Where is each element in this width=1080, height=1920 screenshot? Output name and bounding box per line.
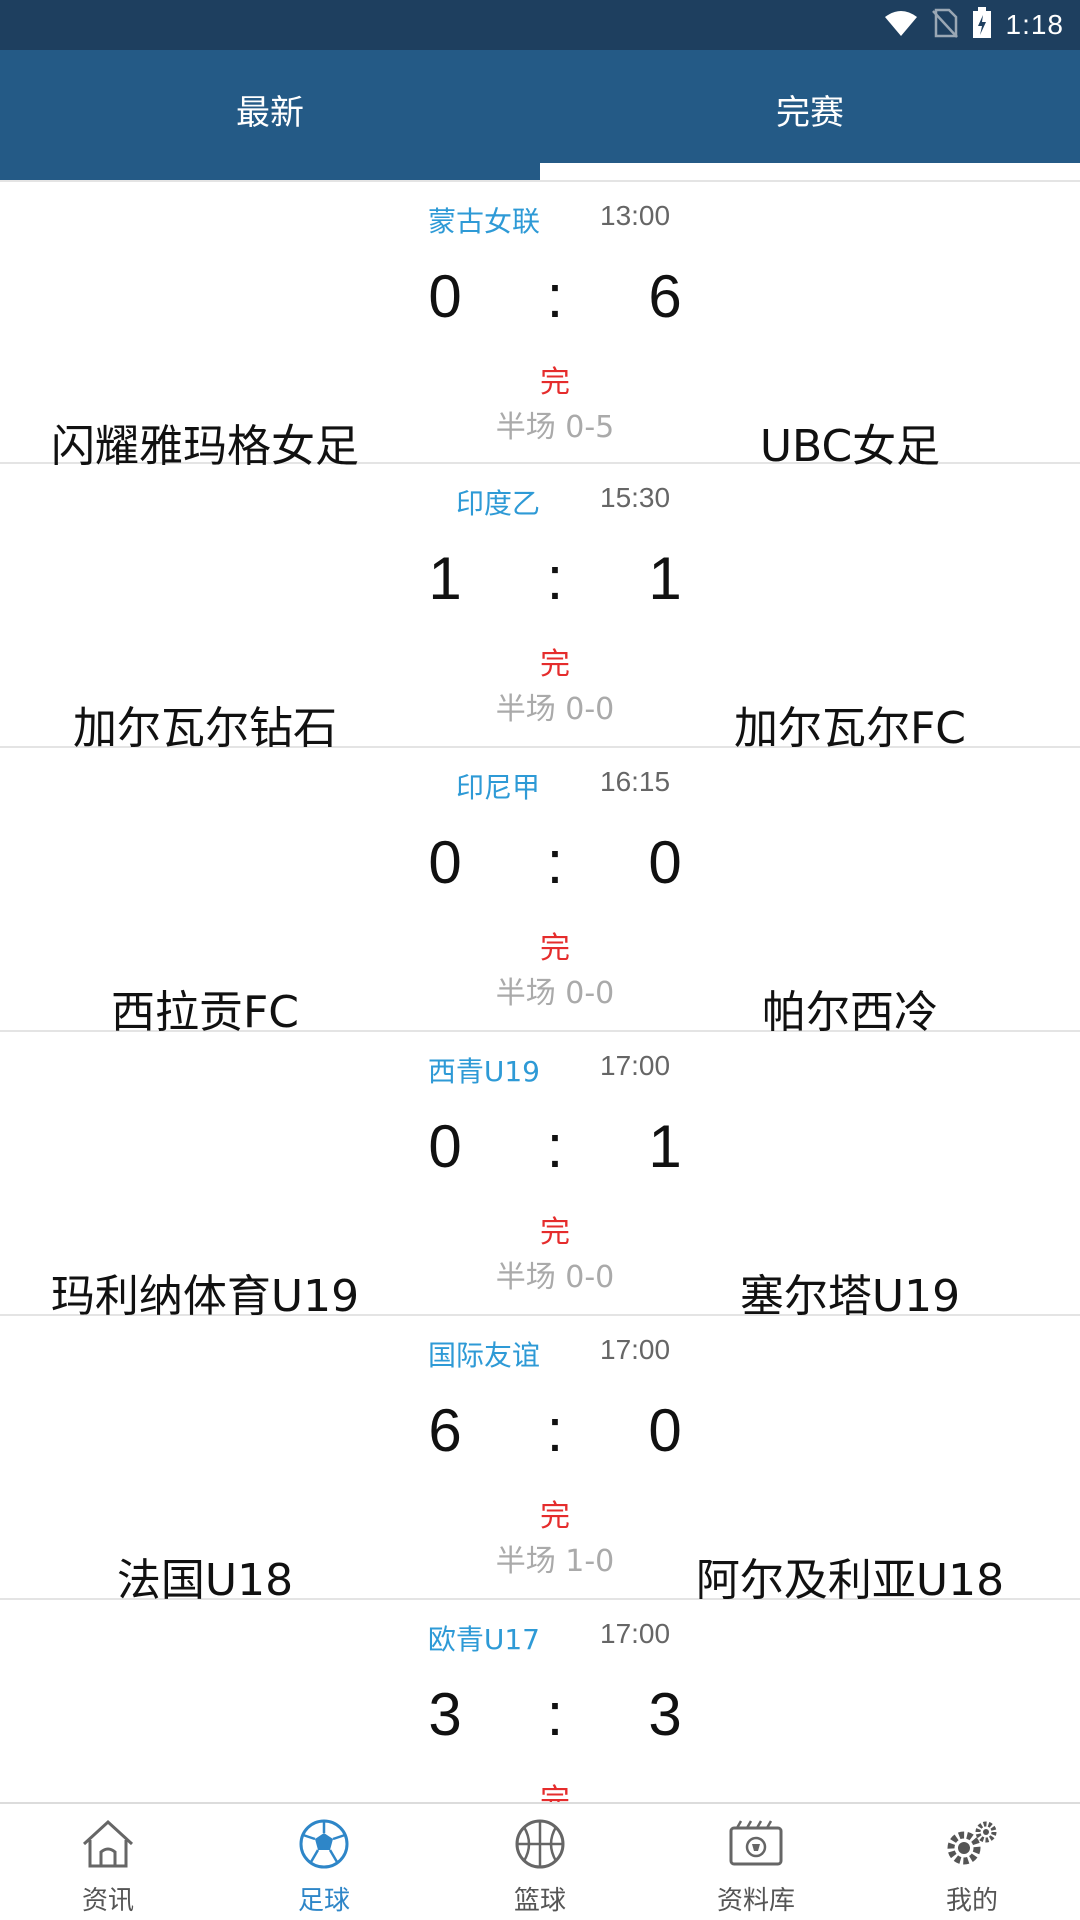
status-time: 1:18: [1005, 9, 1064, 40]
bottom-nav: 资讯 足球 篮球 资料库 我的: [0, 1802, 1080, 1920]
away-score: 3: [648, 1681, 682, 1748]
status-bar: 1:18: [0, 0, 1080, 50]
score: 1 : 1: [400, 544, 710, 613]
battery-icon: [972, 7, 992, 43]
home-score: 1: [428, 545, 462, 612]
wifi-icon: [884, 9, 918, 41]
nav-label: 篮球: [513, 1886, 566, 1916]
score: 6 : 0: [400, 1396, 710, 1465]
score-separator: :: [546, 263, 564, 330]
league-name: 印尼甲: [455, 771, 540, 804]
away-score: 0: [648, 829, 682, 896]
home-score: 0: [428, 829, 462, 896]
match-row[interactable]: 印尼甲 16:15 0 : 0 完 半场 0-0 西拉贡FC 帕尔西冷: [0, 748, 1080, 1038]
tab-finished-label: 完赛: [776, 92, 844, 133]
league-name: 西青U19: [427, 1055, 540, 1088]
home-team: 玛利纳体育U19: [50, 1271, 360, 1322]
soccer-ball-icon: [292, 1814, 356, 1874]
match-time: 13:00: [600, 200, 671, 231]
match-row[interactable]: 西青U19 17:00 0 : 1 完 半场 0-0 玛利纳体育U19 塞尔塔U…: [0, 1032, 1080, 1322]
match-status: 完: [540, 647, 570, 682]
score-separator: :: [546, 829, 564, 896]
match-list[interactable]: 蒙古女联 13:00 0 : 6 完 半场 0-5 闪耀雅玛格女足 UBC女足 …: [0, 180, 1080, 1802]
home-score: 0: [428, 263, 462, 330]
gear-icon: [940, 1814, 1004, 1874]
basketball-icon: [508, 1814, 572, 1874]
home-team: 西拉贡FC: [110, 987, 300, 1038]
home-score: 0: [428, 1113, 462, 1180]
score: 3 : 3: [400, 1680, 710, 1749]
away-team: 帕尔西冷: [762, 987, 938, 1038]
match-row[interactable]: 欧青U17 17:00 3 : 3 完: [0, 1600, 1080, 1802]
tab-latest-label: 最新: [236, 92, 304, 133]
match-status: 完: [540, 931, 570, 966]
score-separator: :: [546, 1397, 564, 1464]
match-time: 17:00: [600, 1618, 671, 1649]
score: 0 : 1: [400, 1112, 710, 1181]
nav-item-mine[interactable]: 我的: [864, 1804, 1080, 1920]
nav-item-database[interactable]: 资料库: [648, 1804, 864, 1920]
nav-label: 资讯: [81, 1886, 134, 1916]
home-icon: [76, 1814, 140, 1874]
league-name: 蒙古女联: [427, 205, 540, 238]
league-name: 欧青U17: [427, 1623, 540, 1656]
league-name: 印度乙: [455, 487, 540, 520]
nav-label: 资料库: [716, 1886, 795, 1916]
match-row[interactable]: 国际友谊 17:00 6 : 0 完 半场 1-0 法国U18 阿尔及利亚U18: [0, 1316, 1080, 1606]
away-score: 1: [648, 545, 682, 612]
match-status: 完: [540, 1215, 570, 1250]
score-separator: :: [546, 545, 564, 612]
match-row[interactable]: 蒙古女联 13:00 0 : 6 完 半场 0-5 闪耀雅玛格女足 UBC女足: [0, 180, 1080, 472]
match-time: 17:00: [600, 1334, 671, 1365]
match-row[interactable]: 印度乙 15:30 1 : 1 完 半场 0-0 加尔瓦尔钻石 加尔瓦尔FC: [0, 464, 1080, 754]
away-score: 0: [648, 1397, 682, 1464]
score-separator: :: [546, 1681, 564, 1748]
home-team: 加尔瓦尔钻石: [73, 703, 337, 754]
nav-item-basketball[interactable]: 篮球: [432, 1804, 648, 1920]
match-status: 完: [540, 365, 570, 400]
database-icon: [724, 1814, 788, 1874]
nav-label: 足球: [297, 1886, 350, 1916]
away-score: 1: [648, 1113, 682, 1180]
nav-item-football[interactable]: 足球: [216, 1804, 432, 1920]
away-team: 加尔瓦尔FC: [733, 703, 967, 754]
score-separator: :: [546, 1113, 564, 1180]
match-status: 完: [540, 1499, 570, 1534]
nav-label: 我的: [945, 1886, 998, 1916]
no-sim-icon: [931, 8, 958, 42]
status-icons: 1:18: [884, 0, 1065, 50]
away-team: 阿尔及利亚U18: [695, 1555, 1005, 1606]
home-score: 3: [428, 1681, 462, 1748]
tab-bar: 最新 完赛: [0, 50, 1080, 180]
tab-active-indicator: [540, 163, 1080, 180]
home-team: 法国U18: [116, 1555, 294, 1606]
match-time: 17:00: [600, 1050, 671, 1081]
match-time: 15:30: [600, 482, 671, 513]
league-name: 国际友谊: [427, 1339, 540, 1372]
nav-item-news[interactable]: 资讯: [0, 1804, 216, 1920]
score: 0 : 0: [400, 828, 710, 897]
away-score: 6: [648, 263, 682, 330]
away-team: 塞尔塔U19: [739, 1271, 961, 1322]
match-time: 16:15: [600, 766, 671, 797]
tab-latest[interactable]: 最新: [0, 50, 540, 180]
tab-finished[interactable]: 完赛: [540, 50, 1080, 180]
home-score: 6: [428, 1397, 462, 1464]
match-status: 完: [540, 1783, 570, 1802]
score: 0 : 6: [400, 262, 710, 331]
